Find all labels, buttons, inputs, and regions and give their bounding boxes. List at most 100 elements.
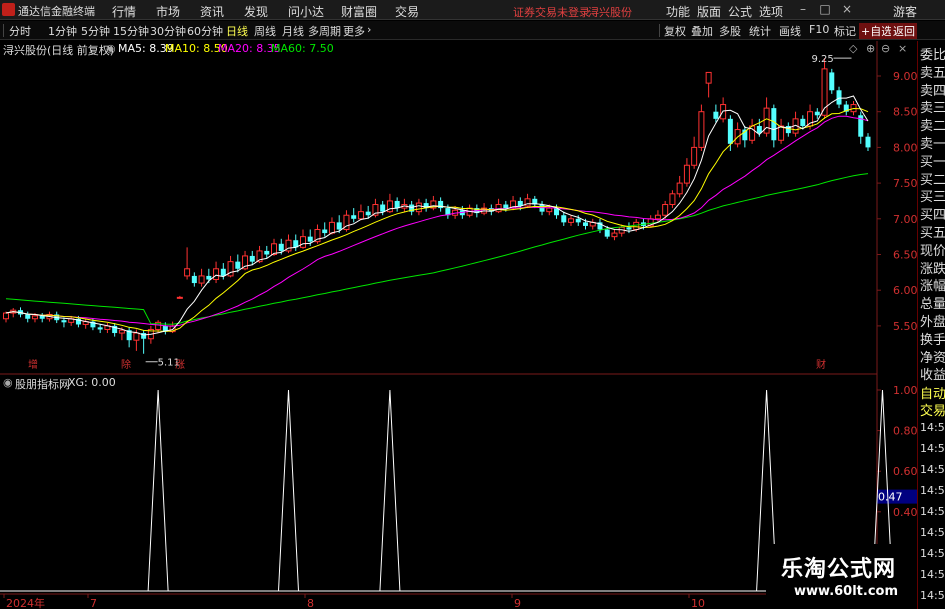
price-tick-label: 7.00 <box>893 213 917 226</box>
side-label: 卖一 <box>920 137 945 152</box>
candle-body-up <box>698 111 705 148</box>
candle-body-down <box>191 275 197 284</box>
candle-body-up <box>495 204 502 213</box>
side-label: 净资 <box>920 350 945 366</box>
candle-body-up <box>705 71 712 84</box>
price-tick-label: 5.50 <box>893 320 917 333</box>
candle-body-down <box>220 268 226 276</box>
candle-body-down <box>322 229 328 234</box>
candle-body-up <box>357 211 364 220</box>
side-time: 14:56 <box>920 421 945 434</box>
side-label: 卖三 <box>920 101 945 117</box>
candle-body-up <box>683 164 690 184</box>
side-label: 委比 <box>920 48 945 63</box>
candle-body-down <box>503 204 509 209</box>
candle-body-down <box>865 136 871 148</box>
candle-body-up <box>654 214 661 220</box>
candle-body-down <box>836 90 842 105</box>
candle-body-down <box>97 327 103 330</box>
side-label: 买一 <box>920 154 945 170</box>
candle-body-down <box>561 215 567 223</box>
indicator-spike <box>278 389 300 592</box>
side-time: 14:56 <box>920 568 945 581</box>
candle-body-down <box>394 200 400 209</box>
candle-body-up <box>676 182 683 195</box>
side-label: 涨跌 <box>920 261 945 277</box>
candle-body-down <box>626 227 632 230</box>
candle-body-down <box>604 229 610 237</box>
side-label: 卖五 <box>920 65 945 81</box>
side-label: 外盘 <box>920 315 945 330</box>
candle-body-up <box>198 275 205 284</box>
event-marker: 增 <box>28 358 38 371</box>
candle-body-down <box>771 108 777 141</box>
candle-body-down <box>800 118 806 126</box>
candle-body-down <box>380 204 386 212</box>
candle-body-up <box>184 268 191 277</box>
quote-side-panel: 委比 卖五 卖四 卖三 卖二 卖一 买一 买二 买三 买四 买五 现价 涨跌 涨幅 总量 外盘 换手 净资 收益 自动… <box>917 41 945 609</box>
kline-chart[interactable]: 9.00 8.50 8.00 7.50 7.00 6.50 6.00 5.50 1.00 0.80… <box>0 0 917 609</box>
ma20-line <box>5 115 869 327</box>
candle-body-down <box>756 125 762 134</box>
date-tick-label: 7 <box>90 597 97 609</box>
indicator-tick-label: 1.00 <box>893 384 917 397</box>
side-label: 买四 <box>920 208 945 224</box>
candle-body-down <box>829 72 835 91</box>
candle-body-up <box>669 193 676 206</box>
high-label: 9.25 <box>812 54 834 65</box>
chart-grid <box>0 41 878 609</box>
candle-body-down <box>727 118 733 144</box>
side-label: 涨幅 <box>920 279 945 295</box>
candle-body-down <box>249 255 255 262</box>
side-label: 收益 <box>920 368 945 384</box>
candle-body-up <box>568 218 575 223</box>
side-label: 买五 <box>920 226 945 241</box>
event-marker: 涨 <box>175 359 185 371</box>
candle-body-up <box>299 236 306 248</box>
date-tick-label: 8 <box>307 597 314 609</box>
price-tick-label: 7.50 <box>893 177 917 190</box>
side-label: 总量 <box>920 297 945 313</box>
candle-body-down <box>713 111 719 119</box>
candle-body-down <box>307 236 313 242</box>
side-label: 买三 <box>920 190 945 206</box>
indicator-tick-label: 0.60 <box>893 465 917 478</box>
candle-body-up <box>633 221 640 231</box>
candle-body-up <box>778 125 785 141</box>
candle-body-up <box>328 221 335 234</box>
date-tick-label: 10 <box>691 597 705 609</box>
candle-body-up <box>415 202 422 213</box>
candle-body-down <box>39 315 45 319</box>
indicator-tick-label: 0.40 <box>893 506 917 519</box>
side-time: 14:56 <box>920 484 945 497</box>
candle-body-up <box>662 204 669 216</box>
candle-body-up <box>213 268 220 280</box>
candle-body-up <box>118 329 125 334</box>
candle-body-up <box>3 312 9 320</box>
date-tick-label: 9 <box>514 597 521 609</box>
candle-body-down <box>582 222 588 226</box>
indicator-spike <box>379 389 401 592</box>
side-time: 14:56 <box>920 505 945 518</box>
candle-body-up <box>807 111 814 127</box>
price-tick-label: 6.50 <box>893 249 917 262</box>
candle-body-down <box>336 222 342 230</box>
side-time: 14:56 <box>920 589 945 602</box>
side-time: 14:56 <box>920 526 945 539</box>
candle-body-down <box>278 243 284 251</box>
candle-body-up <box>691 146 698 166</box>
price-tick-label: 9.00 <box>893 70 917 83</box>
side-time: 14:56 <box>920 547 945 560</box>
indicator-spike <box>147 389 169 592</box>
side-label: 买二 <box>920 172 945 188</box>
side-label: 换手 <box>920 332 945 348</box>
candle-body-down <box>235 261 241 269</box>
watermark-title: 乐淘公式网 <box>781 557 897 582</box>
candle-body-down <box>575 218 581 223</box>
candle-body-down <box>365 211 371 216</box>
ma60-line <box>5 173 869 325</box>
candle-body-down <box>351 215 357 219</box>
watermark-url: www.60lt.com <box>794 584 899 599</box>
side-lower-label: 交易 <box>920 404 945 419</box>
price-tick-label: 8.50 <box>893 106 917 119</box>
